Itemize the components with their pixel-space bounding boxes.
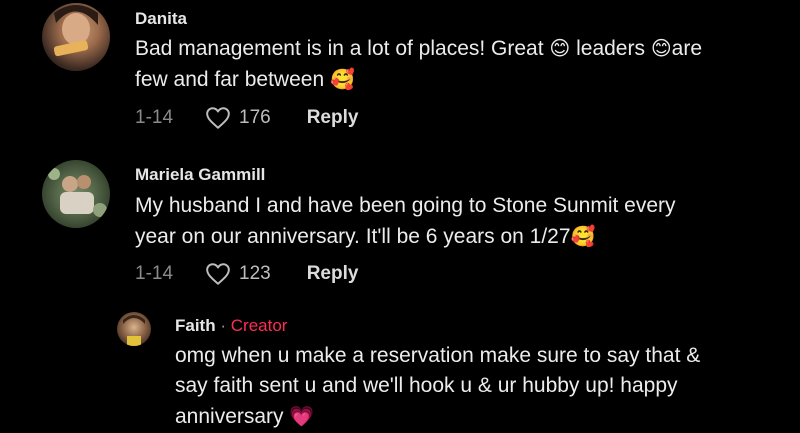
comment-text-line: Bad management is in a lot of places! Gr… [135, 37, 550, 60]
like-count: 123 [239, 263, 271, 284]
comment-text-line: leaders [570, 37, 651, 60]
reply-button[interactable]: Reply [307, 263, 359, 285]
comment-text-line: few and far between [135, 68, 330, 91]
smiling-face-with-hearts-icon: 🥰 [329, 67, 355, 91]
avatar[interactable] [42, 160, 110, 228]
comment-date: 1-14 [135, 107, 174, 128]
comment-author[interactable]: Mariela Gammill [135, 165, 265, 185]
reply-text-line: say faith sent u and we'll hook u & ur h… [175, 374, 678, 397]
comment-text-line: are [671, 37, 703, 60]
like-count: 176 [239, 107, 271, 128]
like-button[interactable]: 176 [205, 106, 271, 130]
avatar[interactable] [117, 312, 151, 346]
avatar[interactable] [42, 3, 110, 71]
comment-meta: 1-14 123 Reply [135, 262, 358, 286]
comment-text: My husband I and have been going to Ston… [135, 191, 795, 252]
smile-emoji-icon: 😊 [549, 36, 571, 60]
smiling-face-with-hearts-icon: 🥰 [570, 224, 596, 248]
comment-text-line: year on our anniversary. It'll be 6 year… [135, 225, 571, 248]
comment-text: Bad management is in a lot of places! Gr… [135, 33, 795, 95]
reply-text-line: omg when u make a reservation make sure … [175, 344, 701, 367]
like-button[interactable]: 123 [205, 262, 271, 286]
reply-button[interactable]: Reply [307, 107, 359, 129]
creator-badge: Creator [230, 316, 288, 335]
separator-dot: · [220, 316, 227, 335]
heart-outline-icon [206, 263, 230, 285]
comment-meta: 1-14 176 Reply [135, 106, 358, 130]
comment-text-line: My husband I and have been going to Ston… [135, 194, 676, 217]
reply-text: omg when u make a reservation make sure … [175, 341, 795, 432]
comment-date: 1-14 [135, 263, 174, 284]
smile-emoji-icon: 😊 [650, 36, 672, 60]
reply-text-line: anniversary [175, 405, 290, 428]
reply-author-line: Faith · Creator [175, 316, 287, 336]
comment-author[interactable]: Danita [135, 9, 187, 29]
reply-author[interactable]: Faith [175, 316, 216, 335]
heart-outline-icon [206, 107, 230, 129]
sparkling-heart-icon: 💗 [289, 404, 315, 428]
